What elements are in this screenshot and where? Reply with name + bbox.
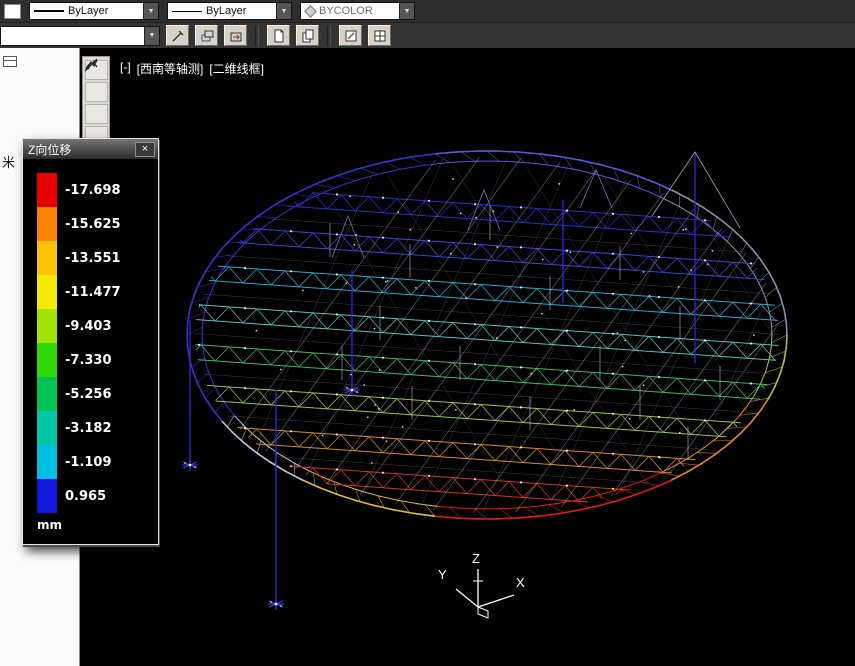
legend-value: 0.965 [65,489,106,504]
table-icon [373,29,387,43]
palette-title: Z向位移 [28,141,135,158]
copy-layout-button[interactable] [296,25,319,46]
close-icon[interactable]: × [135,142,155,157]
legend-unit: mm [37,518,152,532]
legend-color-swatch [37,343,57,377]
legend-color-swatch [37,241,57,275]
legend-color-swatch [37,377,57,411]
legend-row: -1.109 [37,445,152,479]
ucs-icon: Z Y X [430,551,540,623]
layers-toolbar: ▼ [0,22,855,48]
legend-row: -17.698 [37,173,152,207]
legend-value: -13.551 [65,251,121,266]
viewport-visual-style-control[interactable]: [二维线框] [209,60,264,77]
legend-row: -15.625 [37,207,152,241]
draw-polyline-button[interactable] [85,104,108,124]
z-displacement-palette: Z向位移 × -17.698 -15.625 -13.551 -11.477 -… [22,138,159,545]
toolbar-separator [255,26,259,46]
legend-color-swatch [37,275,57,309]
sheet-icon [272,29,286,43]
legend-color-swatch [37,479,57,513]
legend-row: -3.182 [37,411,152,445]
lineweight-preview-icon [172,11,202,12]
layer-previous-button[interactable] [195,25,218,46]
palette-vertical-label: 米 [2,152,15,171]
sheets-icon [301,29,315,43]
plotstyle-dropdown[interactable]: BYCOLOR ▼ [300,2,415,20]
legend-value: -11.477 [65,285,121,300]
chevron-down-icon[interactable]: ▼ [399,3,414,19]
legend-value: -5.256 [65,387,112,402]
ucs-z-label: Z [472,551,480,566]
ucs-x-label: X [516,575,525,590]
legend-body: -17.698 -15.625 -13.551 -11.477 -9.403 -… [23,159,158,544]
legend-color-swatch [37,411,57,445]
text-edit-icon [344,29,358,43]
draw-xline-button[interactable] [85,82,108,102]
toolbar-separator [327,26,331,46]
palette-titlebar[interactable]: Z向位移 × [23,139,158,159]
legend-color-swatch [37,309,57,343]
legend-row: -13.551 [37,241,152,275]
viewport-control-menu[interactable]: [-] [120,60,131,77]
viewport-view-control[interactable]: [西南等轴测] [137,60,204,77]
legend-value: -1.109 [65,455,112,470]
layer-dropdown[interactable]: ▼ [0,26,160,46]
legend-color-swatch [37,207,57,241]
layers-icon [200,29,214,43]
legend-value: -3.182 [65,421,112,436]
legend-row: -5.256 [37,377,152,411]
lineweight-value: ByLayer [202,5,276,17]
legend-value: -17.698 [65,183,121,198]
match-properties-button[interactable] [166,25,189,46]
linetype-preview-icon [34,10,64,12]
chevron-down-icon[interactable]: ▼ [144,27,159,45]
legend-value: -15.625 [65,217,121,232]
chevron-down-icon[interactable]: ▼ [276,3,291,19]
legend-row: 0.965 [37,479,152,513]
linetype-dropdown[interactable]: ByLayer ▼ [29,2,159,20]
chevron-down-icon[interactable]: ▼ [143,3,158,19]
legend-color-swatch [37,173,57,207]
legend-value: -7.330 [65,353,112,368]
legend-row: -9.403 [37,309,152,343]
legend-color-swatch [37,445,57,479]
layer-arrow-icon [229,29,243,43]
ucs-y-label: Y [438,567,447,582]
viewport-controls: [-] [西南等轴测] [二维线框] [120,60,264,77]
new-layout-button[interactable] [267,25,290,46]
lineweight-dropdown[interactable]: ByLayer ▼ [167,2,292,20]
plotstyle-value: BYCOLOR [315,5,399,17]
color-swatch-button[interactable] [4,4,21,19]
legend-row: -7.330 [37,343,152,377]
arc-icon [83,57,99,73]
match-properties-icon [171,29,185,43]
drawing-viewport[interactable]: [-] [西南等轴测] [二维线框] Z Y X [80,48,855,666]
legend-value: -9.403 [65,319,112,334]
insert-table-button[interactable] [368,25,391,46]
properties-toolbar: ByLayer ▼ ByLayer ▼ BYCOLOR ▼ [0,0,855,22]
palette-window-icon[interactable] [3,56,17,67]
legend-row: -11.477 [37,275,152,309]
layer-states-button[interactable] [224,25,247,46]
edit-text-button[interactable] [339,25,362,46]
linetype-value: ByLayer [64,5,143,17]
